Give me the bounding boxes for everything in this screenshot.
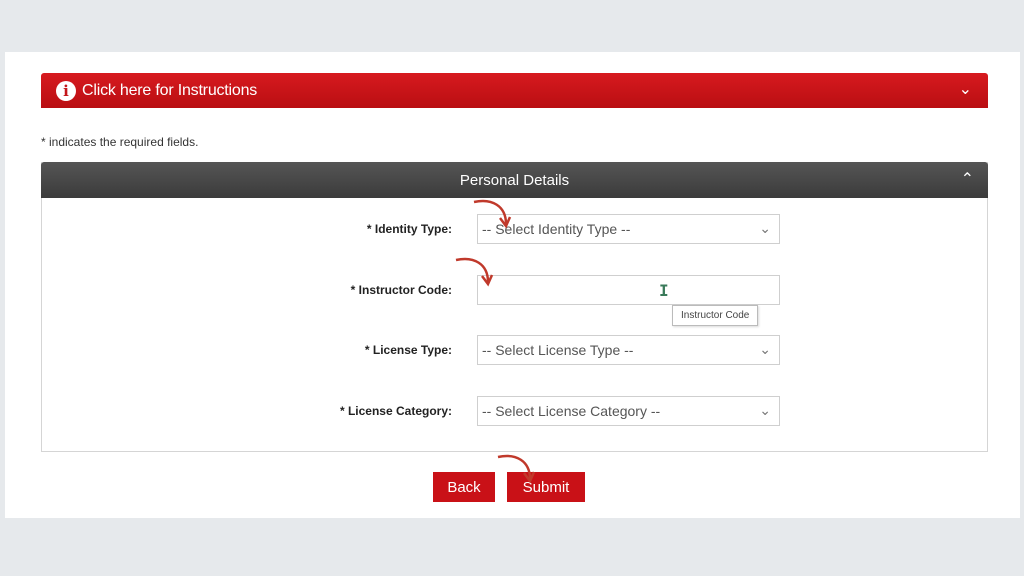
annotation-arrow-icon xyxy=(473,199,512,229)
instructor-code-row: * Instructor Code: I Instructor Code xyxy=(42,275,987,326)
license-type-label: * License Type: xyxy=(364,343,452,357)
back-button[interactable]: Back xyxy=(433,472,495,502)
instructor-code-input[interactable] xyxy=(477,275,780,305)
chevron-down-icon: ⌄ xyxy=(759,220,771,236)
instructor-code-tooltip: Instructor Code xyxy=(672,305,759,326)
license-category-label: * License Category: xyxy=(339,404,452,418)
license-category-select[interactable]: -- Select License Category -- ⌄ xyxy=(477,396,780,426)
identity-type-label: * Identity Type: xyxy=(366,222,452,236)
instructor-code-label: * Instructor Code: xyxy=(350,283,452,297)
text-cursor-icon: I xyxy=(659,281,669,300)
chevron-up-icon[interactable]: ⌃ xyxy=(961,169,974,189)
required-fields-note: * indicates the required fields. xyxy=(41,135,199,149)
page-container: i Click here for Instructions ⌄ * indica… xyxy=(5,52,1020,518)
license-type-select[interactable]: -- Select License Type -- ⌄ xyxy=(477,335,780,365)
info-icon: i xyxy=(56,80,76,101)
identity-type-select[interactable]: -- Select Identity Type -- ⌄ xyxy=(477,214,780,244)
license-type-row: * License Type: -- Select License Type -… xyxy=(42,335,987,367)
chevron-down-icon: ⌄ xyxy=(759,402,771,418)
annotation-arrow-icon xyxy=(455,257,494,287)
chevron-down-icon[interactable]: ⌄ xyxy=(959,79,972,99)
annotation-arrow-icon xyxy=(497,454,536,484)
license-category-row: * License Category: -- Select License Ca… xyxy=(42,396,987,428)
license-category-value: -- Select License Category -- xyxy=(482,403,661,419)
panel-title: Personal Details xyxy=(459,171,570,189)
instructions-label: Click here for Instructions xyxy=(82,81,258,99)
instructions-bar[interactable]: i Click here for Instructions ⌄ xyxy=(41,73,988,108)
chevron-down-icon: ⌄ xyxy=(759,341,771,357)
panel-header[interactable]: Personal Details ⌃ xyxy=(41,162,988,198)
license-type-value: -- Select License Type -- xyxy=(482,342,634,358)
identity-type-row: * Identity Type: -- Select Identity Type… xyxy=(42,214,987,246)
personal-details-panel: Personal Details ⌃ * Identity Type: -- S… xyxy=(41,162,988,452)
